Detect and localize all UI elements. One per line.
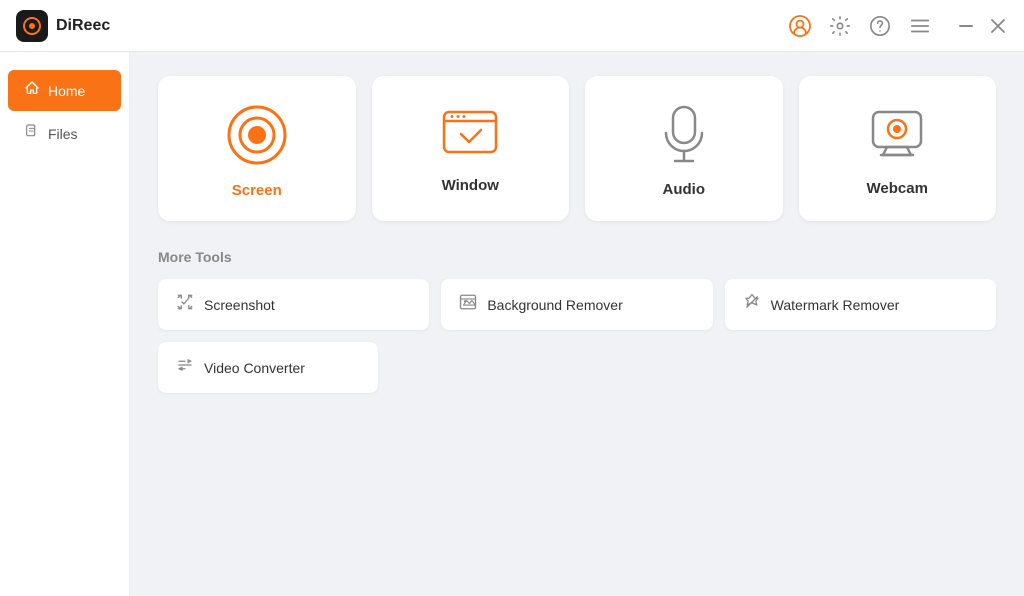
- audio-label: Audio: [663, 181, 706, 198]
- app-logo: DiReec: [16, 10, 110, 42]
- bg-remover-label: Background Remover: [487, 297, 622, 313]
- screen-label: Screen: [232, 182, 282, 199]
- menu-icon[interactable]: [908, 14, 932, 38]
- home-icon: [24, 80, 40, 101]
- bg-remover-tool[interactable]: Background Remover: [441, 279, 712, 330]
- settings-icon[interactable]: [828, 14, 852, 38]
- titlebar-actions: [788, 14, 1008, 38]
- window-controls: [956, 16, 1008, 36]
- video-converter-tool[interactable]: Video Converter: [158, 342, 378, 393]
- screenshot-tool[interactable]: Screenshot: [158, 279, 429, 330]
- sidebar: Home Files: [0, 52, 130, 596]
- window-card[interactable]: Window: [372, 76, 570, 221]
- webcam-label: Webcam: [867, 180, 928, 197]
- webcam-card[interactable]: Webcam: [799, 76, 997, 221]
- screen-icon: [226, 104, 288, 166]
- audio-card[interactable]: Audio: [585, 76, 783, 221]
- sidebar-item-files[interactable]: Files: [8, 113, 121, 154]
- app-body: Home Files: [0, 52, 1024, 596]
- sidebar-home-label: Home: [48, 83, 85, 99]
- recording-cards: Screen Window: [158, 76, 996, 221]
- main-content: Screen Window: [130, 52, 1024, 596]
- video-converter-label: Video Converter: [204, 360, 305, 376]
- screen-card[interactable]: Screen: [158, 76, 356, 221]
- screenshot-icon: [176, 293, 194, 316]
- more-tools-section: More Tools Screenshot: [158, 249, 996, 393]
- audio-icon: [659, 105, 709, 165]
- wm-remover-tool[interactable]: Watermark Remover: [725, 279, 996, 330]
- bg-remover-icon: [459, 293, 477, 316]
- logo-icon: [16, 10, 48, 42]
- window-icon: [441, 109, 499, 161]
- user-icon[interactable]: [788, 14, 812, 38]
- files-icon: [24, 123, 40, 144]
- close-button[interactable]: [988, 16, 1008, 36]
- video-converter-icon: [176, 356, 194, 379]
- sidebar-files-label: Files: [48, 126, 78, 142]
- screenshot-label: Screenshot: [204, 297, 275, 313]
- window-label: Window: [442, 177, 499, 194]
- tools-grid-row2: Video Converter: [158, 342, 996, 393]
- tools-grid: Screenshot Background Remover: [158, 279, 996, 330]
- sidebar-item-home[interactable]: Home: [8, 70, 121, 111]
- help-icon[interactable]: [868, 14, 892, 38]
- wm-remover-label: Watermark Remover: [771, 297, 900, 313]
- titlebar: DiReec: [0, 0, 1024, 52]
- more-tools-title: More Tools: [158, 249, 996, 265]
- webcam-icon: [867, 106, 927, 164]
- minimize-button[interactable]: [956, 16, 976, 36]
- app-name: DiReec: [56, 17, 110, 35]
- wm-remover-icon: [743, 293, 761, 316]
